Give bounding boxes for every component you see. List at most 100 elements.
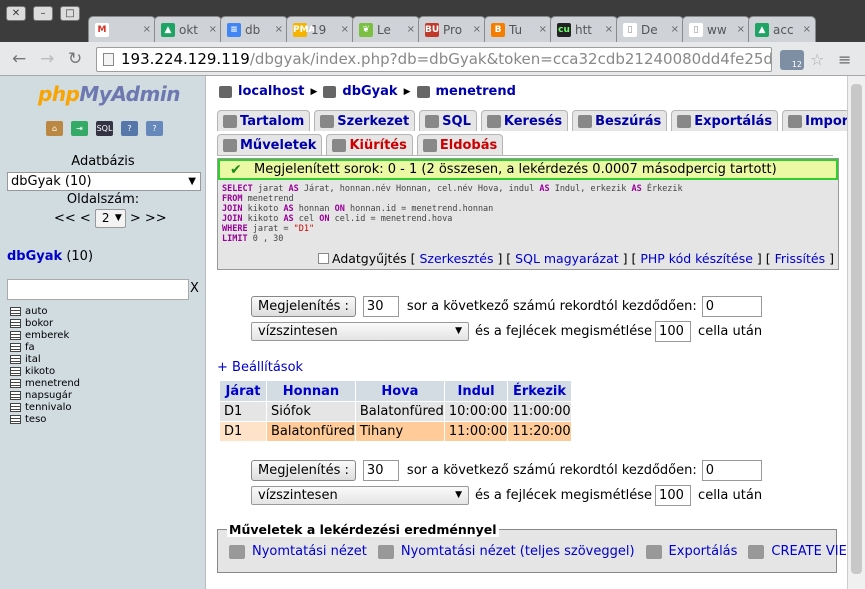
tab-empty[interactable]: Kiürítés	[326, 134, 413, 155]
table-list-item[interactable]: ital	[10, 353, 80, 365]
browser-tab[interactable]: PMA 19 ×	[286, 16, 354, 42]
breadcrumb-server[interactable]: localhost	[238, 84, 304, 99]
repeat-header-input[interactable]: 100	[655, 321, 692, 342]
tab-operations[interactable]: Műveletek	[217, 134, 323, 155]
table-filter-input[interactable]	[7, 279, 189, 300]
start-record-input[interactable]: 0	[701, 296, 762, 317]
filter-clear-button[interactable]: X	[190, 281, 199, 296]
column-header[interactable]: Indul	[444, 381, 508, 401]
settings-toggle[interactable]: + Beállítások	[217, 360, 303, 375]
browser-menu-icon[interactable]: ≡	[838, 50, 851, 69]
show-button-bottom[interactable]: Megjelenítés :	[251, 460, 356, 481]
table-list-item[interactable]: kikoto	[10, 365, 80, 377]
browser-tab[interactable]: ❦ Le ×	[352, 16, 420, 42]
tab-import[interactable]: Importálás	[782, 110, 847, 131]
table-icon[interactable]	[10, 366, 21, 376]
query-window-icon[interactable]: SQL	[96, 121, 113, 136]
table-row[interactable]: D1 Balatonfüred Tihany 11:00:00 11:20:00	[220, 422, 571, 441]
table-name[interactable]: auto	[25, 306, 48, 317]
tab-close-icon[interactable]: ×	[671, 24, 679, 35]
edit-query-link[interactable]: Szerkesztés	[419, 251, 493, 266]
table-name[interactable]: menetrend	[25, 378, 80, 389]
print-view-full-link[interactable]: Nyomtatási nézet (teljes szöveggel)	[401, 544, 635, 559]
display-mode-select[interactable]: vízszintesen ▼	[251, 322, 469, 341]
table-icon[interactable]	[10, 342, 21, 352]
database-select[interactable]: dbGyak (10) ▼	[7, 172, 201, 191]
column-header[interactable]: Hova	[355, 381, 444, 401]
tab-close-icon[interactable]: ×	[209, 24, 217, 35]
tab-close-icon[interactable]: ×	[539, 24, 547, 35]
tab-close-icon[interactable]: ×	[143, 24, 151, 35]
tab-close-icon[interactable]: ×	[803, 24, 811, 35]
minimize-window-icon[interactable]: –	[33, 6, 53, 21]
back-arrow-icon[interactable]: ←	[12, 49, 26, 69]
table-name[interactable]: kikoto	[25, 366, 55, 377]
table-icon[interactable]	[10, 402, 21, 412]
table-name[interactable]: ital	[25, 354, 41, 365]
sql-docs-icon[interactable]: ?	[146, 121, 163, 136]
table-name[interactable]: bokor	[25, 318, 53, 329]
table-list-item[interactable]: tennivalo	[10, 401, 80, 413]
column-header[interactable]: Járat	[220, 381, 266, 401]
table-list-item[interactable]: emberek	[10, 329, 80, 341]
table-name[interactable]: emberek	[25, 330, 69, 341]
browser-tab[interactable]: cu htt ×	[550, 16, 618, 42]
start-record-input-bottom[interactable]: 0	[701, 460, 762, 481]
repeat-header-input-bottom[interactable]: 100	[655, 485, 692, 506]
maximize-window-icon[interactable]: □	[60, 6, 80, 21]
bookmark-star-icon[interactable]: ☆	[810, 50, 824, 69]
tab-browse[interactable]: Tartalom	[217, 110, 311, 131]
address-bar[interactable]: 193.224.129.119/dbgyak/index.php?db=dbGy…	[96, 47, 772, 72]
pager-prev-links[interactable]: << <	[54, 211, 91, 226]
export-link[interactable]: Exportálás	[669, 544, 738, 559]
table-list-item[interactable]: teso	[10, 413, 80, 425]
close-window-icon[interactable]: ✕	[6, 6, 26, 21]
docs-icon[interactable]: ?	[121, 121, 138, 136]
tab-export[interactable]: Exportálás	[671, 110, 779, 131]
phpmyadmin-logo[interactable]: phpMyAdmin	[38, 82, 180, 106]
table-icon[interactable]	[10, 330, 21, 340]
table-list-item[interactable]: auto	[10, 305, 80, 317]
print-view-link[interactable]: Nyomtatási nézet	[252, 544, 367, 559]
tab-insert[interactable]: Beszúrás	[572, 110, 668, 131]
table-icon[interactable]	[10, 306, 21, 316]
tab-close-icon[interactable]: ×	[275, 24, 283, 35]
breadcrumb-table[interactable]: menetrend	[436, 84, 516, 99]
breadcrumb-database[interactable]: dbGyak	[342, 84, 397, 99]
table-list-item[interactable]: menetrend	[10, 377, 80, 389]
tab-sql[interactable]: SQL	[419, 110, 477, 131]
tab-search[interactable]: Keresés	[480, 110, 569, 131]
refresh-link[interactable]: Frissítés	[775, 251, 826, 266]
extension-badge-icon[interactable]: 12	[780, 50, 804, 70]
browser-tab[interactable]: ▯ ww ×	[682, 16, 750, 42]
table-name[interactable]: teso	[25, 414, 46, 425]
table-list-item[interactable]: fa	[10, 341, 80, 353]
tab-close-icon[interactable]: ×	[407, 24, 415, 35]
create-php-code-link[interactable]: PHP kód készítése	[640, 251, 753, 266]
profiling-checkbox[interactable]	[317, 253, 329, 264]
table-icon[interactable]	[10, 378, 21, 388]
explain-sql-link[interactable]: SQL magyarázat	[515, 251, 618, 266]
reload-icon[interactable]: ↻	[68, 49, 82, 69]
tab-close-icon[interactable]: ×	[737, 24, 745, 35]
browser-tab[interactable]: ▲ acc ×	[748, 16, 816, 42]
tab-close-icon[interactable]: ×	[341, 24, 349, 35]
table-icon[interactable]	[10, 318, 21, 328]
tab-close-icon[interactable]: ×	[473, 24, 481, 35]
tab-drop[interactable]: Eldobás	[416, 134, 504, 155]
browser-tab[interactable]: M ×	[88, 16, 156, 42]
tab-close-icon[interactable]: ×	[605, 24, 613, 35]
forward-arrow-icon[interactable]: →	[40, 49, 54, 69]
browser-tab[interactable]: ≡ db ×	[220, 16, 288, 42]
table-name[interactable]: fa	[25, 342, 35, 353]
table-icon[interactable]	[10, 354, 21, 364]
browser-tab[interactable]: BU Pro ×	[418, 16, 486, 42]
home-icon[interactable]: ⌂	[46, 121, 63, 136]
table-name[interactable]: tennivalo	[25, 402, 71, 413]
rows-input[interactable]: 30	[362, 296, 399, 317]
table-list-item[interactable]: napsugár	[10, 389, 80, 401]
rows-input-bottom[interactable]: 30	[362, 460, 399, 481]
browser-tab[interactable]: B Tu ×	[484, 16, 552, 42]
table-name[interactable]: napsugár	[25, 390, 72, 401]
vertical-scrollbar[interactable]	[847, 76, 865, 589]
